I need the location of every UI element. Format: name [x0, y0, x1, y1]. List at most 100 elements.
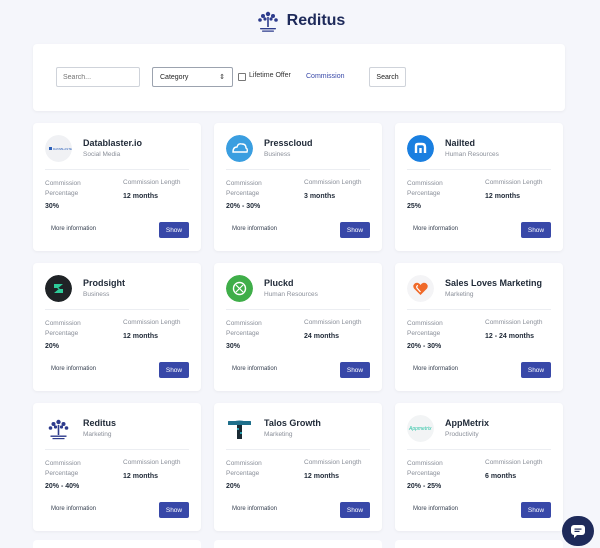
commission-percentage-label: Commission Percentage — [226, 320, 262, 337]
program-name: Prodsight — [83, 278, 125, 288]
show-button[interactable]: Show — [521, 502, 551, 518]
lifetime-offer-label[interactable]: Lifetime Offer — [249, 72, 291, 79]
program-name: Pluckd — [264, 278, 294, 288]
appmetrix-logo-text: Appmetrix — [408, 426, 432, 432]
program-name: Sales Loves Marketing — [445, 278, 543, 288]
search-input[interactable] — [56, 67, 140, 87]
program-category: Business — [83, 291, 110, 298]
divider — [45, 449, 189, 450]
chat-button[interactable] — [562, 516, 594, 546]
commission-percentage-value: 20% — [226, 483, 241, 490]
commission-length-label: Commission Length — [123, 179, 181, 186]
program-category: Business — [264, 151, 291, 158]
search-button[interactable]: Search — [369, 67, 406, 87]
category-select[interactable]: Category ⇕ — [152, 67, 233, 87]
show-button[interactable]: Show — [521, 362, 551, 378]
more-information-link[interactable]: More information — [232, 226, 277, 232]
commission-length-label: Commission Length — [123, 319, 181, 326]
appmetrix-logo-icon: Appmetrix — [407, 415, 434, 442]
show-button[interactable]: Show — [340, 502, 370, 518]
nailted-logo-icon — [407, 135, 434, 162]
more-information-link[interactable]: More information — [413, 506, 458, 512]
tree-logo-icon — [45, 415, 72, 442]
divider — [226, 449, 370, 450]
program-category: Productivity — [445, 431, 479, 438]
commission-percentage-value: 20% — [45, 343, 60, 350]
cloud-logo-icon — [226, 135, 253, 162]
show-button[interactable]: Show — [340, 222, 370, 238]
program-card: Prodsight Business Commission Percentage Co… — [33, 263, 201, 391]
program-name: Nailted — [445, 138, 476, 148]
divider — [45, 169, 189, 170]
more-information-link[interactable]: More information — [51, 366, 96, 372]
program-card: DATABLASTER Datablaster.io Social Media Com… — [33, 123, 201, 251]
datablaster-logo-icon: DATABLASTER — [45, 135, 72, 162]
select-caret-icon: ⇕ — [219, 74, 225, 81]
program-name: Presscloud — [264, 138, 313, 148]
commission-sort-link[interactable]: Commission — [306, 73, 345, 80]
filter-panel: Category ⇕ Lifetime Offer Commission Sea… — [33, 44, 565, 111]
commission-length-label: Commission Length — [304, 179, 362, 186]
lifetime-offer-checkbox[interactable] — [238, 73, 246, 81]
pluckd-logo-icon — [226, 275, 253, 302]
program-category: Human Resources — [264, 291, 318, 298]
divider — [407, 449, 551, 450]
program-name: Reditus — [83, 418, 117, 428]
category-select-label: Category — [160, 73, 189, 81]
program-name: AppMetrix — [445, 418, 490, 428]
commission-percentage-label: Commission Percentage — [45, 320, 81, 337]
commission-length-value: 12 months — [304, 473, 340, 480]
program-card: Nailted Human Resources Commission Percent… — [395, 123, 563, 251]
card-partial — [395, 540, 563, 548]
card-partial — [33, 540, 201, 548]
commission-length-label: Commission Length — [485, 179, 543, 186]
show-button[interactable]: Show — [159, 502, 189, 518]
prodsight-logo-icon — [45, 275, 72, 302]
card-partial — [214, 540, 382, 548]
program-card: Sales Loves Marketing Marketing Commission… — [395, 263, 563, 391]
commission-percentage-label: Commission Percentage — [407, 180, 443, 197]
program-category: Marketing — [83, 431, 112, 438]
commission-length-value: 12 months — [123, 193, 159, 200]
more-information-link[interactable]: More information — [413, 226, 458, 232]
commission-length-value: 12 - 24 months — [485, 333, 535, 340]
commission-percentage-value: 20% - 40% — [45, 483, 80, 490]
commission-percentage-value: 30% — [45, 203, 60, 210]
heart-logo-icon — [407, 275, 434, 302]
commission-length-value: 12 months — [485, 193, 521, 200]
more-information-link[interactable]: More information — [232, 506, 277, 512]
commission-length-value: 24 months — [304, 333, 340, 340]
commission-length-value: 12 months — [123, 333, 159, 340]
commission-percentage-label: Commission Percentage — [407, 460, 443, 477]
commission-percentage-label: Commission Percentage — [226, 180, 262, 197]
divider — [407, 309, 551, 310]
commission-length-label: Commission Length — [304, 459, 362, 466]
divider — [226, 309, 370, 310]
more-information-link[interactable]: More information — [51, 226, 96, 232]
program-category: Marketing — [264, 431, 293, 438]
divider — [45, 309, 189, 310]
commission-percentage-value: 20% - 30% — [226, 203, 261, 210]
commission-percentage-value: 20% - 25% — [407, 483, 442, 490]
more-information-link[interactable]: More information — [413, 366, 458, 372]
commission-percentage-label: Commission Percentage — [45, 180, 81, 197]
show-button[interactable]: Show — [159, 222, 189, 238]
show-button[interactable]: Show — [521, 222, 551, 238]
show-button[interactable]: Show — [159, 362, 189, 378]
datablaster-logo-text: DATABLASTER — [53, 147, 72, 151]
more-information-link[interactable]: More information — [51, 506, 96, 512]
commission-length-label: Commission Length — [485, 459, 543, 466]
program-name: Talos Growth — [264, 418, 321, 428]
commission-percentage-label: Commission Percentage — [45, 460, 81, 477]
program-card: Reditus Marketing Commission Percentage Com… — [33, 403, 201, 531]
tree-logo-icon — [257, 11, 278, 32]
show-button[interactable]: Show — [340, 362, 370, 378]
program-card: Talos Growth Marketing Commission Percenta… — [214, 403, 382, 531]
program-card: Presscloud Business Commission Percentage C… — [214, 123, 382, 251]
program-category: Social Media — [83, 151, 121, 158]
commission-length-value: 12 months — [123, 473, 159, 480]
commission-percentage-value: 20% - 30% — [407, 343, 442, 350]
chat-icon — [571, 525, 585, 538]
more-information-link[interactable]: More information — [232, 366, 277, 372]
divider — [226, 169, 370, 170]
